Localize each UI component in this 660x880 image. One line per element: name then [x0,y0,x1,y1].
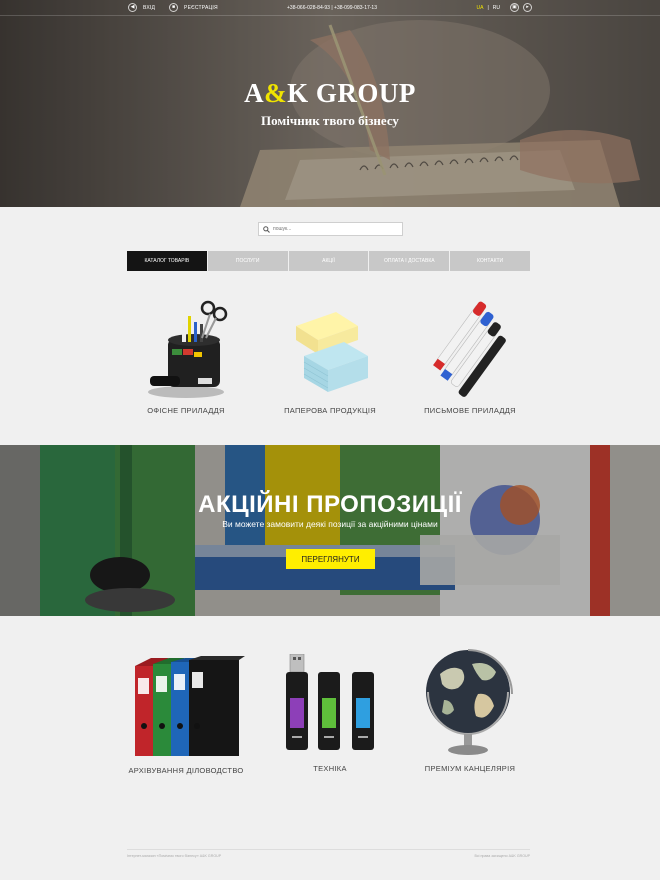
view-promotions-button[interactable]: ПЕРЕГЛЯНУТИ [286,549,375,569]
language-and-cart: UA | RU ▣ ▸ [477,3,532,12]
lang-ru-link[interactable]: RU [493,5,500,11]
brand-logo[interactable]: A&K GROUP [0,78,660,109]
nav-tab-contacts[interactable]: КОНТАКТИ [449,251,530,271]
login-arrow-icon[interactable]: ◀ [128,3,137,12]
main-nav: КАТАЛОГ ТОВАРІВ ПОСЛУГИ АКЦІЇ ОПЛАТА І Д… [127,251,530,271]
phone-numbers: +38-066-028-84-93 | +38-099-083-17-13 [287,5,377,11]
nav-tab-payment-delivery[interactable]: ОПЛАТА І ДОСТАВКА [368,251,450,271]
search-input[interactable] [273,223,398,235]
desk-organizer-icon [148,300,228,398]
category-label: ПИСЬМОВЕ ПРИЛАДДЯ [424,406,516,415]
globe-icon [426,649,513,755]
category-label: АРХІВУВАННЯ ДІЛОВОДСТВО [128,766,244,775]
promo-banner [0,445,660,616]
top-bar: ◀ ВХІД ■ РЕЄСТРАЦІЯ +38-066-028-84-93 | … [0,0,660,16]
nav-tab-promotions[interactable]: АКЦІЇ [287,251,369,271]
category-electronics[interactable]: ТЕХНІКА [265,654,395,773]
category-premium-stationery[interactable]: ПРЕМІУМ КАНЦЕЛЯРІЯ [405,644,535,773]
hero-tagline: Помічник твого бізнесу [261,113,399,128]
brand-letter-a: A [244,78,265,108]
usb-drives-icon [286,654,374,750]
category-label: ПАПЕРОВА ПРОДУКЦІЯ [284,406,376,415]
register-link[interactable]: РЕЄСТРАЦІЯ [184,5,218,11]
promo-dim-overlay [0,445,660,616]
register-card-icon[interactable]: ■ [169,3,179,12]
category-office-supplies[interactable]: ОФІСНЕ ПРИЛАДДЯ [121,294,251,415]
binders-icon [135,656,245,756]
category-label: ОФІСНЕ ПРИЛАДДЯ [147,406,225,415]
footer-divider [127,849,530,850]
user-menu-icon[interactable]: ▸ [523,3,532,12]
promo-subtitle: Ви можете замовити деякі позиції за акці… [222,519,438,529]
login-link[interactable]: ВХІД [143,5,155,11]
category-label: ПРЕМІУМ КАНЦЕЛЯРІЯ [424,764,516,773]
footer-copyright: Інтернет-магазин «Помічник твого бізнесу… [127,854,222,858]
nav-tab-catalog[interactable]: КАТАЛОГ ТОВАРІВ [127,251,207,271]
search-box [258,222,403,236]
account-links: ◀ ВХІД ■ РЕЄСТРАЦІЯ [128,3,226,12]
sticky-notes-icon [296,312,368,392]
promo-title: АКЦІЙНІ ПРОПОЗИЦІЇ [198,491,462,518]
brand-ampersand: & [264,78,288,108]
markers-icon [433,301,506,397]
category-label: ТЕХНІКА [313,764,347,773]
search-icon[interactable] [263,225,270,233]
lang-separator: | [487,4,489,11]
lang-ua-link[interactable]: UA [477,5,484,11]
category-writing-supplies[interactable]: ПИСЬМОВЕ ПРИЛАДДЯ [405,300,535,415]
category-archiving[interactable]: АРХІВУВАННЯ ДІЛОВОДСТВО [121,654,251,775]
brand-name-rest: K GROUP [287,78,416,108]
nav-tab-services[interactable]: ПОСЛУГИ [206,251,288,271]
cart-icon[interactable]: ▣ [510,3,519,12]
hero-banner: ◀ ВХІД ■ РЕЄСТРАЦІЯ +38-066-028-84-93 | … [0,0,660,207]
category-paper-products[interactable]: ПАПЕРОВА ПРОДУКЦІЯ [265,306,395,415]
footer-rights: Всі права захищено A&K GROUP [474,854,530,858]
